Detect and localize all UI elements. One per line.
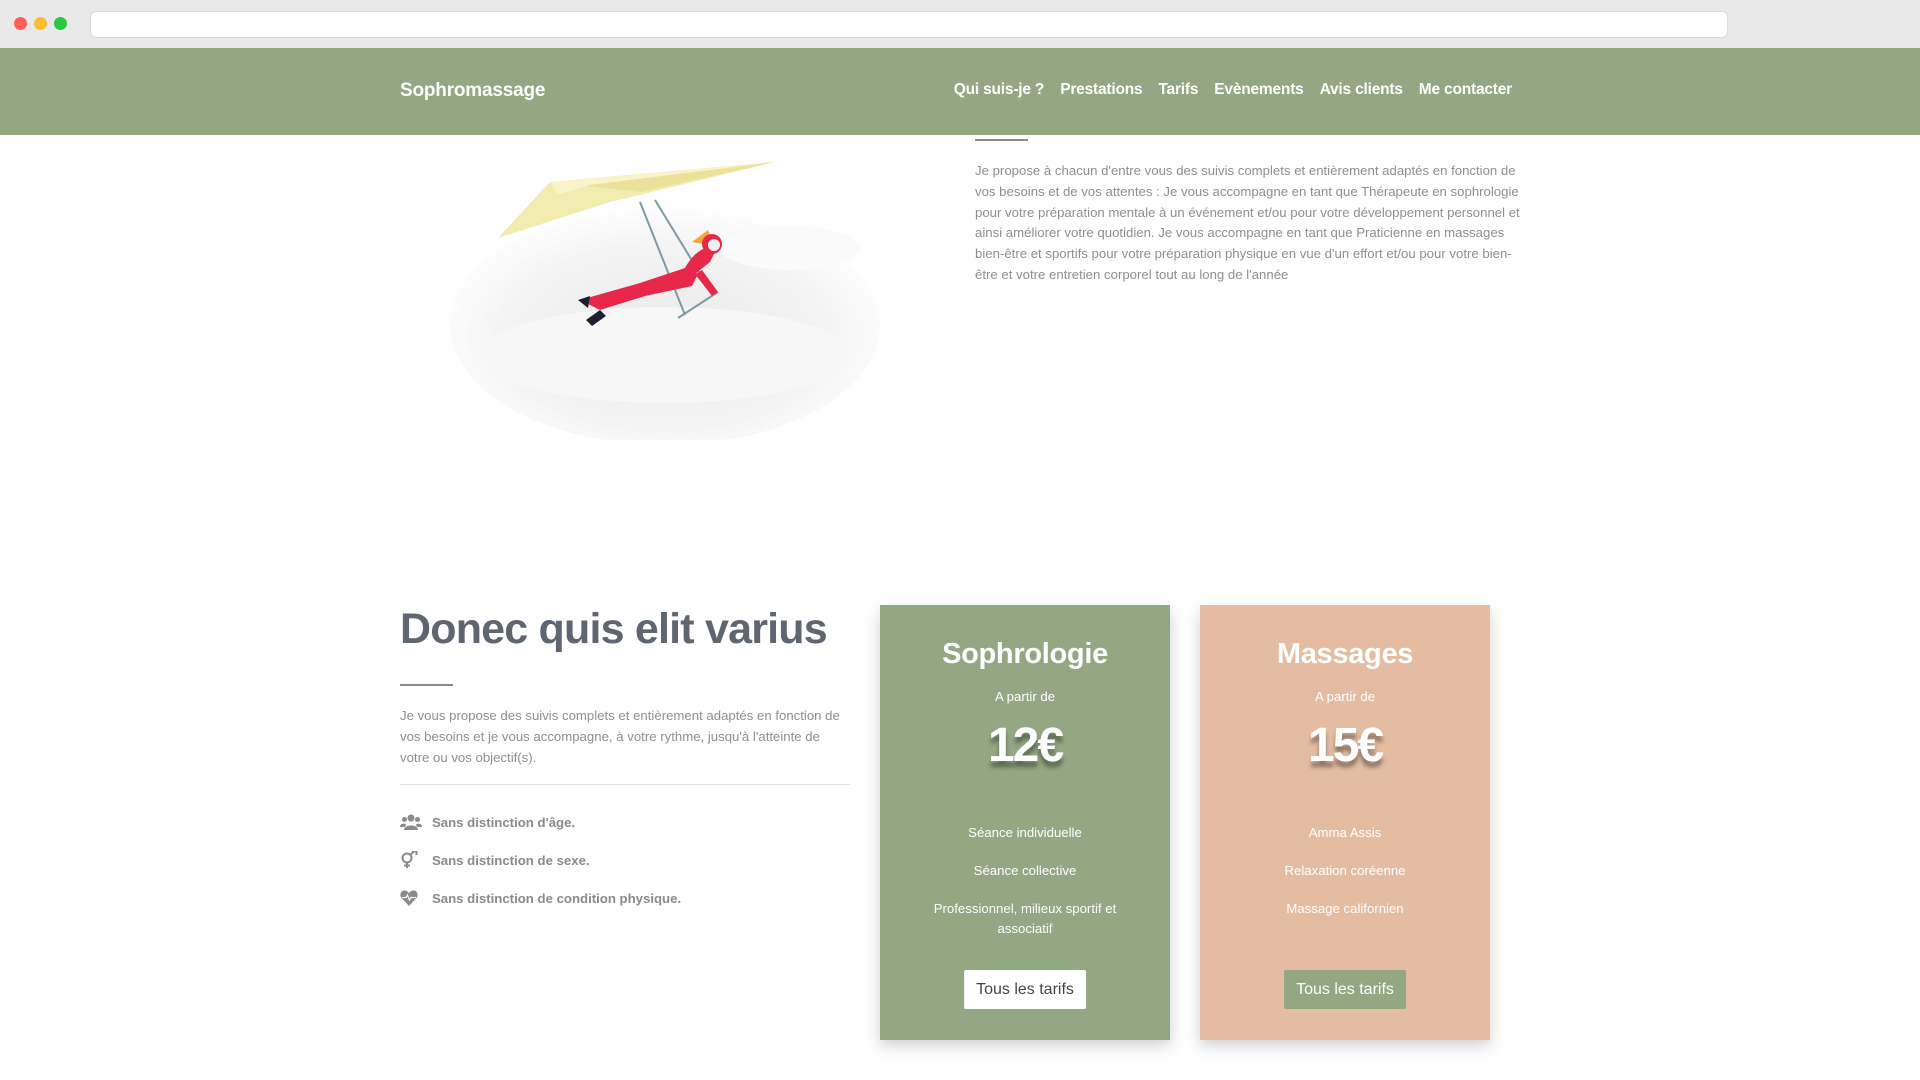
card-item-list: Séance individuelle Séance collective Pr… <box>925 823 1125 957</box>
address-bar[interactable] <box>90 11 1728 38</box>
feature-item: Sans distinction de sexe. <box>400 841 681 879</box>
feature-item: Sans distinction d'âge. <box>400 803 681 841</box>
users-icon <box>400 813 422 831</box>
feature-label: Sans distinction de sexe. <box>432 852 590 868</box>
intro-paragraph: Je propose à chacun d'entre vous des sui… <box>975 163 1520 282</box>
section-paragraph: Je vous propose des suivis complets et e… <box>400 708 840 765</box>
card-from-label: A partir de <box>1314 689 1376 704</box>
card-price: 12€ <box>987 719 1064 772</box>
nav-link-qui-suis-je[interactable]: Qui suis-je ? <box>954 81 1045 99</box>
close-window-button[interactable] <box>14 17 27 30</box>
card-item: Massage californien <box>1286 900 1404 916</box>
gender-icon <box>400 851 422 869</box>
hang-glider-illustration <box>440 150 890 445</box>
card-price: 15€ <box>1307 719 1384 772</box>
card-title: Sophrologie <box>942 638 1108 670</box>
feature-label: Sans distinction d'âge. <box>432 814 576 830</box>
card-item: Séance collective <box>973 862 1077 878</box>
section-title: Donec quis elit varius <box>400 605 828 653</box>
card-item: Professionnel, milieux sportif et associ… <box>933 900 1117 937</box>
section-divider <box>400 684 453 686</box>
nav-link-evenements[interactable]: Evènements <box>1214 81 1304 99</box>
pricing-card-sophrologie: Sophrologie A partir de 12€ Séance indiv… <box>880 605 1170 1040</box>
maximize-window-button[interactable] <box>54 17 67 30</box>
all-prices-button[interactable]: Tous les tarifs <box>964 970 1086 1009</box>
feature-list: Sans distinction d'âge. Sans distinction… <box>400 803 681 917</box>
nav-link-tarifs[interactable]: Tarifs <box>1158 81 1198 99</box>
card-item: Séance individuelle <box>968 825 1082 840</box>
browser-chrome <box>0 0 1920 48</box>
card-item-list: Amma Assis Relaxation coréenne Massage c… <box>1245 823 1445 936</box>
feature-item: Sans distinction de condition physique. <box>400 879 681 917</box>
card-from-label: A partir de <box>994 689 1056 704</box>
heart-icon <box>400 889 422 907</box>
card-item: Amma Assis <box>1308 825 1382 840</box>
main-nav: Qui suis-je ? Prestations Tarifs Evèneme… <box>954 81 1512 99</box>
card-item: Relaxation coréenne <box>1284 862 1406 878</box>
all-prices-button[interactable]: Tous les tarifs <box>1284 970 1406 1009</box>
minimize-window-button[interactable] <box>34 17 47 30</box>
nav-link-prestations[interactable]: Prestations <box>1060 81 1142 99</box>
pricing-card-massages: Massages A partir de 15€ Amma Assis Rela… <box>1200 605 1490 1040</box>
nav-link-me-contacter[interactable]: Me contacter <box>1419 81 1512 99</box>
section-separator <box>400 784 850 785</box>
intro-divider <box>975 139 1028 141</box>
site-header: Sophromassage Qui suis-je ? Prestations … <box>0 48 1920 135</box>
feature-label: Sans distinction de condition physique. <box>432 890 682 906</box>
brand-logo[interactable]: Sophromassage <box>400 80 545 102</box>
card-title: Massages <box>1276 638 1414 670</box>
nav-link-avis-clients[interactable]: Avis clients <box>1320 81 1403 99</box>
